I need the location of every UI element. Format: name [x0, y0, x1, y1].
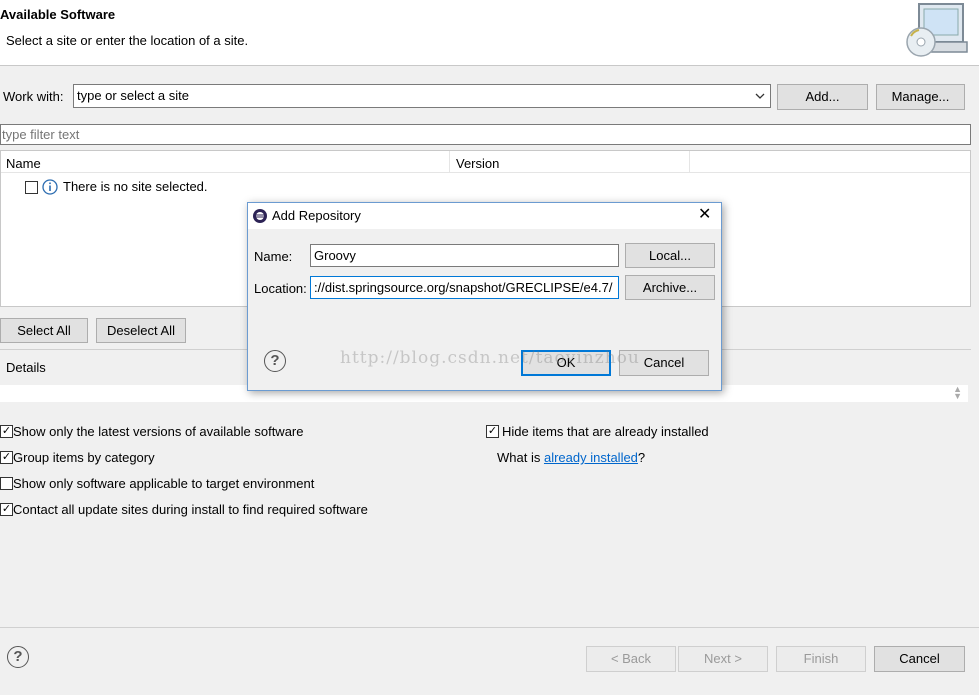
what-is-prefix: What is: [497, 450, 544, 465]
page-subtitle: Select a site or enter the location of a…: [6, 33, 249, 48]
contact-sites-checkbox[interactable]: ✓: [0, 503, 13, 516]
show-latest-checkbox[interactable]: ✓: [0, 425, 13, 438]
what-is-suffix: ?: [637, 450, 646, 465]
install-software-icon: [906, 3, 968, 57]
repo-name-label: Name:: [254, 249, 293, 264]
header-banner: Available Software Select a site or ente…: [0, 0, 979, 66]
what-is-installed-text: What is already installed?: [497, 450, 645, 465]
work-with-combo[interactable]: type or select a site: [73, 84, 771, 108]
manage-sites-button[interactable]: Manage...: [876, 84, 965, 110]
chevron-down-icon[interactable]: [755, 85, 765, 107]
group-by-category-checkbox[interactable]: ✓: [0, 451, 13, 464]
archive-button[interactable]: Archive...: [625, 275, 715, 300]
details-label: Details: [6, 360, 46, 375]
wizard-footer: ? < Back Next > Finish Cancel: [0, 627, 979, 695]
dialog-title-bar: Add Repository ✕: [248, 203, 721, 229]
hide-installed-checkbox[interactable]: ✓: [486, 425, 499, 438]
next-button[interactable]: Next >: [678, 646, 768, 672]
watermark-text: http://blog.csdn.net/taoyinzhou: [340, 348, 640, 368]
spin-arrows-icon[interactable]: ▲ ▼: [953, 385, 962, 401]
table-row-checkbox[interactable]: [25, 181, 38, 194]
work-with-label: Work with:: [3, 89, 64, 104]
show-latest-label: Show only the latest versions of availab…: [13, 424, 304, 439]
column-version-header[interactable]: Version: [456, 156, 499, 171]
info-icon: [42, 179, 58, 198]
repo-name-field[interactable]: Groovy: [310, 244, 619, 267]
back-button[interactable]: < Back: [586, 646, 676, 672]
close-icon[interactable]: ✕: [698, 207, 711, 223]
filter-input[interactable]: [0, 124, 971, 145]
work-with-value: type or select a site: [77, 88, 189, 103]
group-by-category-label: Group items by category: [13, 450, 155, 465]
finish-button[interactable]: Finish: [776, 646, 866, 672]
column-divider: [449, 151, 450, 173]
eclipse-icon: [252, 208, 268, 227]
help-icon[interactable]: ?: [7, 646, 29, 668]
dialog-title: Add Repository: [272, 208, 361, 223]
show-applicable-checkbox[interactable]: [0, 477, 13, 490]
column-name-header[interactable]: Name: [6, 156, 41, 171]
table-header: Name Version: [1, 151, 970, 173]
add-site-button[interactable]: Add...: [777, 84, 868, 110]
repo-location-field[interactable]: ://dist.springsource.org/snapshot/GRECLI…: [310, 276, 619, 299]
column-divider: [689, 151, 690, 173]
hide-installed-label: Hide items that are already installed: [502, 424, 709, 439]
deselect-all-button[interactable]: Deselect All: [96, 318, 186, 343]
cancel-button[interactable]: Cancel: [874, 646, 965, 672]
select-all-button[interactable]: Select All: [0, 318, 88, 343]
contact-sites-label: Contact all update sites during install …: [13, 502, 368, 517]
show-applicable-label: Show only software applicable to target …: [13, 476, 315, 491]
no-site-message: There is no site selected.: [63, 179, 208, 194]
repo-location-label: Location:: [254, 281, 307, 296]
page-title: Available Software: [0, 7, 116, 22]
dialog-help-icon[interactable]: ?: [264, 350, 286, 372]
already-installed-link[interactable]: already installed: [544, 450, 638, 465]
local-button[interactable]: Local...: [625, 243, 715, 268]
